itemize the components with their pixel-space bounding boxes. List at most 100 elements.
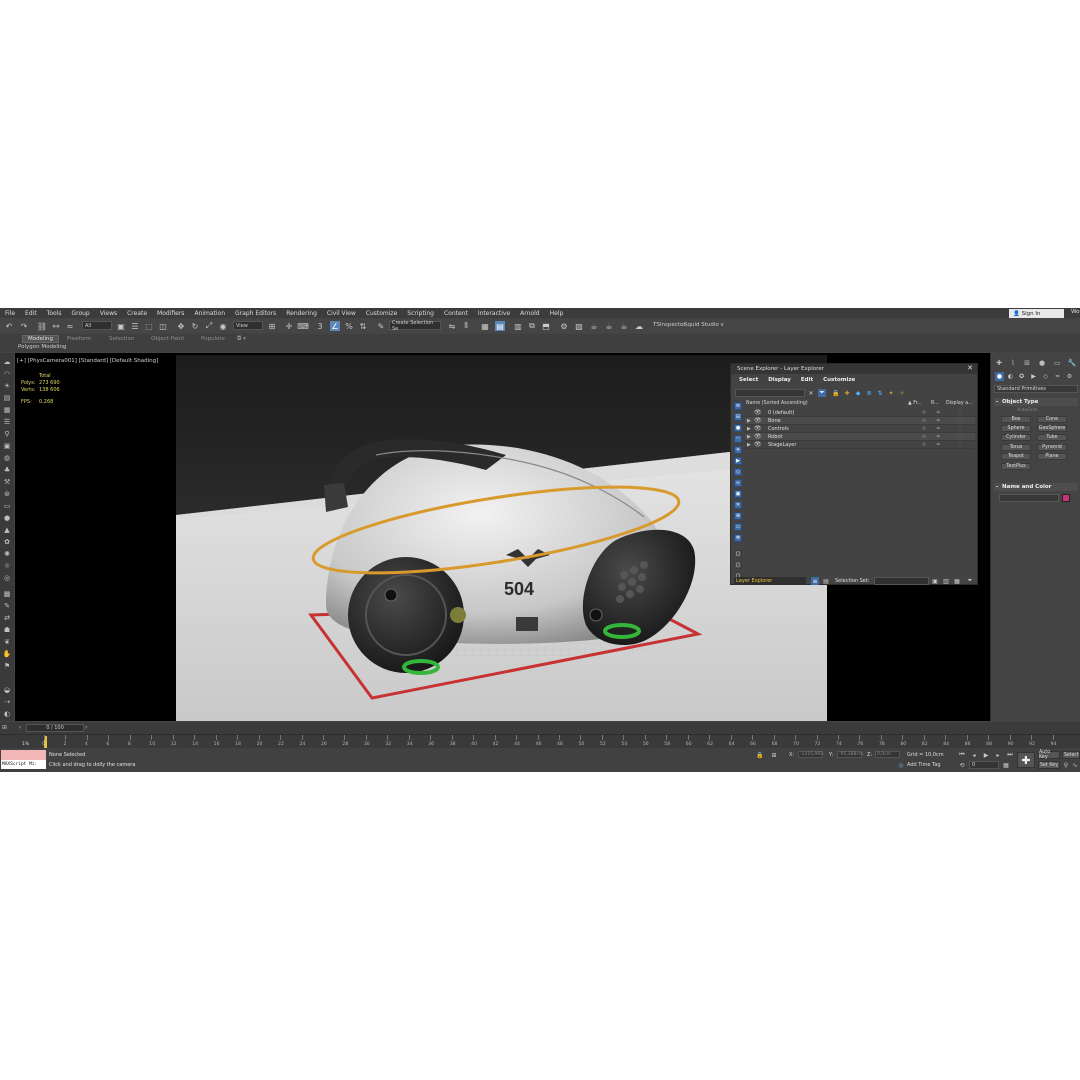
- move-icon[interactable]: ✥: [176, 321, 186, 331]
- menu-rendering[interactable]: Rendering: [281, 310, 322, 317]
- column-display[interactable]: Display a...: [946, 401, 973, 406]
- sign-in-dropdown[interactable]: 👤 Sign In: [1009, 309, 1064, 318]
- particle-icon[interactable]: ✺: [2, 549, 12, 558]
- display-toggle-icon[interactable]: ◌: [958, 442, 962, 448]
- display-tab-icon[interactable]: ▭: [1052, 358, 1062, 368]
- time-tag-icon[interactable]: ◎: [897, 761, 905, 769]
- bind-spacewarp-icon[interactable]: ≈: [65, 321, 75, 331]
- freeze-toggle-icon[interactable]: ✻: [922, 442, 926, 448]
- render-icon[interactable]: ☕: [589, 321, 599, 331]
- explorer-menu-edit[interactable]: Edit: [801, 377, 813, 383]
- expand-arrow-icon[interactable]: ▶: [747, 418, 751, 424]
- lock-selection-icon[interactable]: 🔒: [756, 751, 764, 759]
- menu-civil-view[interactable]: Civil View: [322, 310, 361, 317]
- angle-snap-icon[interactable]: ∠: [330, 321, 340, 331]
- walk-icon[interactable]: ⇢: [2, 697, 12, 706]
- display-toggle-icon[interactable]: ◌: [958, 434, 962, 440]
- time-slider[interactable]: 0 / 100: [26, 724, 84, 732]
- object-color-swatch[interactable]: [1062, 494, 1070, 502]
- tab-selection[interactable]: Selection: [104, 335, 139, 343]
- link-icon[interactable]: ⛓: [37, 321, 47, 331]
- bone-icon[interactable]: ⊛: [2, 489, 12, 498]
- plane-button[interactable]: Plane: [1037, 453, 1067, 460]
- pivot-icon[interactable]: ⊞: [267, 321, 277, 331]
- box-button[interactable]: Box: [1001, 416, 1031, 423]
- menu-create[interactable]: Create: [122, 310, 152, 317]
- redo-icon[interactable]: ↷: [19, 321, 29, 331]
- prev-frame-arrow-icon[interactable]: ‹: [19, 724, 21, 731]
- leaf-icon[interactable]: ❦: [2, 637, 12, 646]
- freeze-toggle-icon[interactable]: ✻: [922, 418, 926, 424]
- hand-icon[interactable]: ✋: [2, 649, 12, 658]
- freeze-toggle-icon[interactable]: ✻: [922, 410, 926, 416]
- render-toggle-icon[interactable]: ☕: [936, 417, 940, 423]
- render-production-icon[interactable]: ☕: [619, 321, 629, 331]
- menu-file[interactable]: File: [0, 310, 20, 317]
- camera-orbit-icon[interactable]: ◒: [2, 685, 12, 694]
- maxscript-listener-input[interactable]: [1, 750, 46, 760]
- freeze-toggle-icon[interactable]: ✻: [922, 434, 926, 440]
- toggle-panel-icon[interactable]: ⊞: [2, 724, 7, 731]
- selection-set-dropdown[interactable]: Create Selection Se: [389, 320, 441, 332]
- play-icon[interactable]: ▶: [982, 751, 990, 759]
- fur-icon[interactable]: ✿: [2, 537, 12, 546]
- time-config-icon[interactable]: ▦: [1002, 761, 1010, 769]
- systems-category-icon[interactable]: ⚙: [1065, 372, 1074, 381]
- menu-help[interactable]: Help: [545, 310, 569, 317]
- menu-edit[interactable]: Edit: [20, 310, 42, 317]
- manipulate-icon[interactable]: ✛: [284, 321, 294, 331]
- modifier-icon[interactable]: ⚒: [2, 477, 12, 486]
- motion-tab-icon[interactable]: ●: [1037, 358, 1047, 368]
- eye-icon[interactable]: 👁: [754, 417, 762, 424]
- tab-freeform[interactable]: Freeform: [62, 335, 97, 343]
- mirror-tool-icon[interactable]: ⇄: [2, 613, 12, 622]
- pyramid-button[interactable]: Pyramid: [1037, 444, 1067, 451]
- shapes-category-icon[interactable]: ◐: [1006, 372, 1015, 381]
- percent-snap-icon[interactable]: %: [344, 321, 354, 331]
- paint-icon[interactable]: ✎: [2, 601, 12, 610]
- freeze-toggle-icon[interactable]: ✻: [922, 426, 926, 432]
- shape-filter-icon[interactable]: ◠: [734, 435, 742, 443]
- light-filter-icon[interactable]: ☀: [734, 446, 742, 454]
- spinner-snap-icon[interactable]: ⇅: [358, 321, 368, 331]
- light-bulb-icon[interactable]: ◍: [2, 453, 12, 462]
- menu-views[interactable]: Views: [95, 310, 122, 317]
- grid-helper-icon[interactable]: ▩: [2, 589, 12, 598]
- squid-studio-label[interactable]: Squid Studio v: [684, 322, 724, 328]
- primitives-dropdown[interactable]: Standard Primitives: [994, 385, 1078, 393]
- expand-arrow-icon[interactable]: ▶: [747, 442, 751, 448]
- menu-group[interactable]: Group: [66, 310, 94, 317]
- menu-modifiers[interactable]: Modifiers: [152, 310, 189, 317]
- layer-row[interactable]: 👁 0 (default) ✻ ☕ ◌: [745, 409, 975, 417]
- close-icon[interactable]: ✕: [967, 364, 973, 372]
- maxscript-mini-listener[interactable]: MAXScript Mi:: [1, 760, 46, 769]
- layer-row[interactable]: ▶ 👁 Controls ✻ ☕ ◌: [745, 425, 975, 433]
- geometry-icon[interactable]: ▣: [2, 441, 12, 450]
- set-key-button[interactable]: Set Key: [1038, 761, 1060, 769]
- spacewarps-category-icon[interactable]: ≈: [1053, 372, 1062, 381]
- globe-icon[interactable]: ◎: [2, 573, 12, 582]
- current-frame-field[interactable]: 0: [969, 761, 999, 769]
- hierarchy-mode-icon[interactable]: ⊟: [734, 413, 742, 421]
- eye-icon[interactable]: 👁: [754, 425, 762, 432]
- helpers-icon[interactable]: ▦: [2, 405, 12, 414]
- next-frame-icon[interactable]: ▸: [994, 751, 1002, 759]
- geosphere-button[interactable]: GeoSphere: [1037, 425, 1067, 432]
- helper-filter-icon[interactable]: ◇: [734, 468, 742, 476]
- unlink-icon[interactable]: ⚯: [51, 321, 61, 331]
- rotate-icon[interactable]: ↻: [190, 321, 200, 331]
- new-layer-icon[interactable]: ✚: [843, 389, 851, 397]
- create-icon[interactable]: ☁: [2, 357, 12, 366]
- sphere-icon[interactable]: ●: [2, 513, 12, 522]
- lights-category-icon[interactable]: ✪: [1017, 372, 1026, 381]
- add-to-layer-icon[interactable]: ◆: [854, 389, 862, 397]
- menu-scripting[interactable]: Scripting: [402, 310, 439, 317]
- teapot-button[interactable]: Teapot: [1001, 453, 1031, 460]
- ref-coord-dropdown[interactable]: View: [233, 321, 263, 330]
- name-and-color-rollout[interactable]: Name and Color: [994, 483, 1078, 491]
- systems-icon[interactable]: ⚲: [2, 429, 12, 438]
- explorer-type-dropdown[interactable]: Layer Explorer: [734, 577, 806, 585]
- cameras-icon[interactable]: ▤: [2, 393, 12, 402]
- bone-filter-icon[interactable]: ⊕: [734, 512, 742, 520]
- create-tab-icon[interactable]: ✚: [994, 358, 1004, 368]
